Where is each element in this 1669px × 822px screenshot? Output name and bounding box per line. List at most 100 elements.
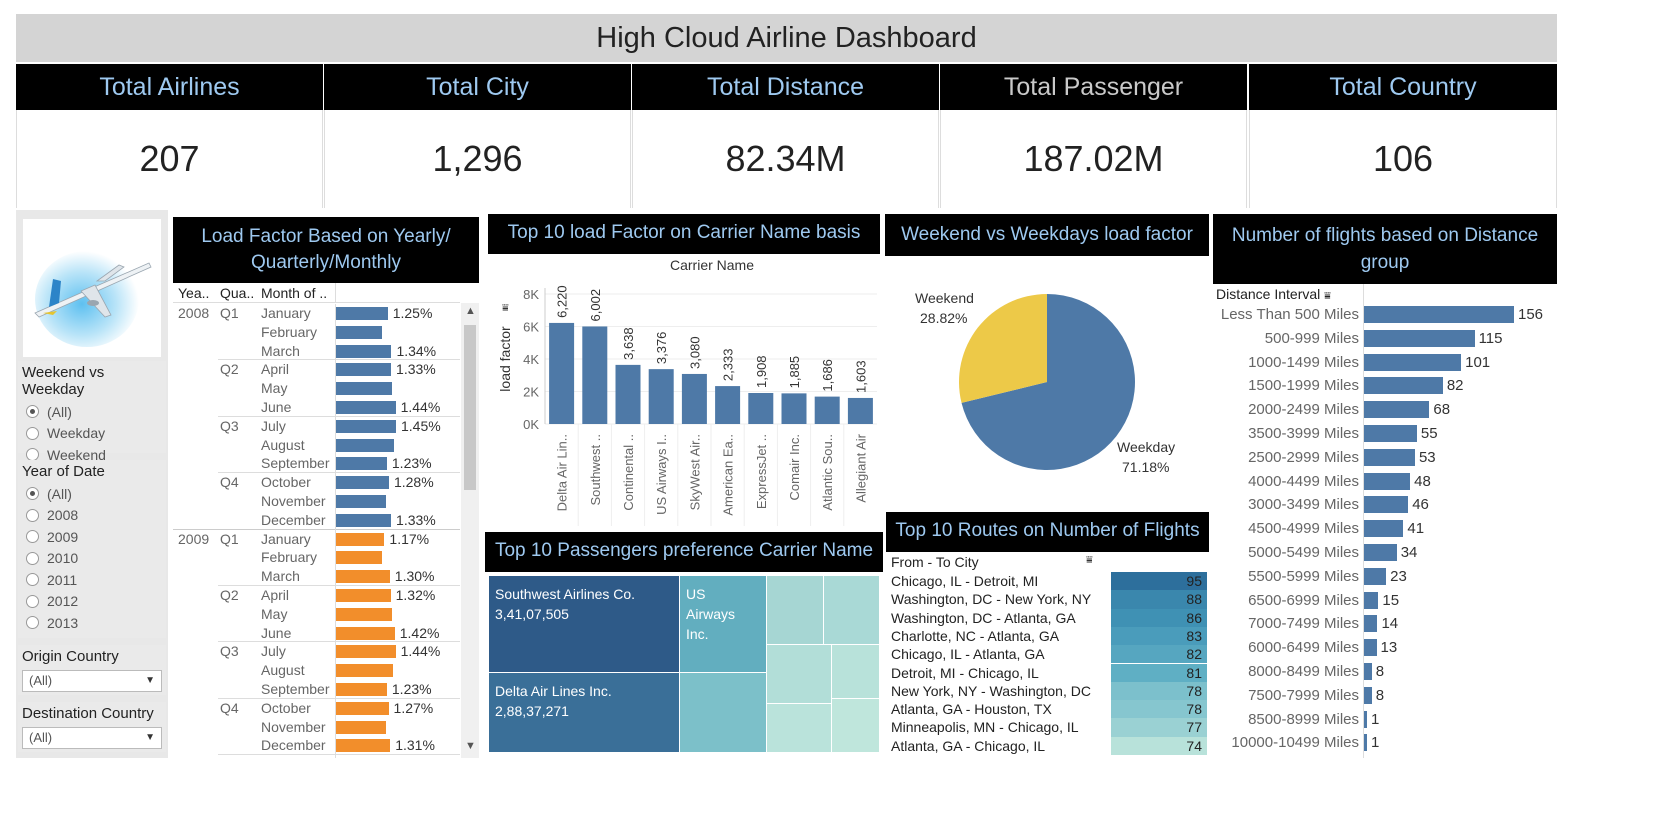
route-row[interactable]: Chicago, IL - Atlanta, GA 82 [886,645,1209,664]
treemap-cell[interactable] [680,673,766,752]
distance-row[interactable]: Less Than 500 Miles 156 [1213,303,1557,327]
origin-country-dropdown[interactable]: (All) ▼ [22,670,162,692]
distance-row[interactable]: 4000-4499 Miles 48 [1213,470,1557,494]
route-row[interactable]: Washington, DC - New York, NY 88 [886,590,1209,609]
treemap-cell-us-airways[interactable]: US Airways Inc. [680,576,766,672]
table-row[interactable]: May [173,605,460,624]
distance-row[interactable]: 4500-4999 Miles 41 [1213,517,1557,541]
table-row[interactable]: September 1.23% [173,680,460,699]
radio-option[interactable]: 2013 [18,612,166,634]
radio-icon [26,508,39,522]
table-row[interactable]: November [173,492,460,511]
scroll-down-icon[interactable]: ▼ [465,740,476,752]
treemap-cell-southwest[interactable]: Southwest Airlines Co. 3,41,07,505 [489,576,679,672]
table-row[interactable]: May [173,379,460,398]
distance-row[interactable]: 1500-1999 Miles 82 [1213,374,1557,398]
column-header-year[interactable]: Yea.. [178,285,209,301]
table-row[interactable]: March 1.30% [173,567,460,586]
distance-row[interactable]: 5500-5999 Miles 23 [1213,565,1557,589]
table-row[interactable]: Q4 October 1.28% [173,473,460,492]
table-row[interactable]: December 1.33% [173,511,460,530]
table-row[interactable]: November [173,718,460,737]
x-tick-label: US Airways I.. [654,434,669,515]
distance-row[interactable]: 10000-10499 Miles 1 [1213,731,1557,755]
scrollbar-thumb[interactable] [464,325,476,490]
scrollbar[interactable]: ▲ ▼ [461,303,479,758]
distance-row[interactable]: 3000-3499 Miles 46 [1213,493,1557,517]
table-row[interactable]: February [173,548,460,567]
route-row[interactable]: Charlotte, NC - Atlanta, GA 83 [886,626,1209,646]
column-header-quarter[interactable]: Qua.. [220,285,254,301]
table-row[interactable]: 2008 Q1 January 1.25% [173,304,460,323]
radio-option[interactable]: 2012 [18,591,166,613]
distance-rows: Less Than 500 Miles 156 500-999 Miles 115 10… [1213,303,1557,758]
route-row[interactable]: Atlanta, GA - Chicago, IL 74 [886,736,1209,755]
table-row[interactable]: December 1.31% [173,736,460,756]
route-row[interactable]: Atlanta, GA - Houston, TX 78 [886,700,1209,719]
distance-row[interactable]: 5000-5499 Miles 34 [1213,541,1557,565]
table-row[interactable]: Q2 April 1.32% [173,586,460,605]
radio-option[interactable]: (All) [18,401,166,423]
distance-row[interactable]: 6000-6499 Miles 13 [1213,636,1557,660]
kpi-label: Total City [324,64,631,110]
table-row[interactable]: Q4 October 1.27% [173,699,460,718]
destination-country-dropdown[interactable]: (All) ▼ [22,727,162,749]
distance-row[interactable]: 2500-2999 Miles 53 [1213,446,1557,470]
distance-interval-header[interactable]: Distance Interval ⩸ [1216,286,1331,303]
bar-label: 1.33% [396,511,436,528]
table-row[interactable]: Q3 July 1.45% [173,417,460,436]
table-row[interactable]: June 1.44% [173,398,460,417]
treemap-cell[interactable] [767,704,831,752]
carrier-bar [615,364,641,424]
treemap-cell[interactable] [767,645,831,703]
radio-selected-icon [26,405,39,419]
column-header-route[interactable]: From - To City [891,554,979,570]
route-row[interactable]: Minneapolis, MN - Chicago, IL 77 [886,718,1209,737]
distance-row[interactable]: 7500-7999 Miles 8 [1213,684,1557,708]
table-row[interactable]: August [173,436,460,455]
distance-row[interactable]: 3500-3999 Miles 55 [1213,422,1557,446]
column-header-month[interactable]: Month of .. [261,285,327,301]
table-row[interactable]: Q3 July 1.44% [173,642,460,661]
radio-option[interactable]: 2011 [18,569,166,591]
panel-title: Number of flights based on Distance grou… [1231,225,1539,273]
filter-title: Destination Country [22,705,154,722]
treemap-cell-name: Southwest Airlines Co. [495,586,636,602]
treemap-cell-delta[interactable]: Delta Air Lines Inc. 2,88,37,271 [489,672,679,752]
scroll-up-icon[interactable]: ▲ [465,305,476,317]
month-cell: November [261,493,326,509]
distance-row[interactable]: 6500-6999 Miles 15 [1213,589,1557,613]
table-row[interactable]: August [173,661,460,680]
radio-option[interactable]: 2009 [18,526,166,548]
treemap-cell[interactable] [832,645,879,698]
distance-bar [1364,544,1397,561]
treemap-cell[interactable] [824,576,879,644]
distance-row[interactable]: 1000-1499 Miles 101 [1213,351,1557,375]
radio-option[interactable]: (All) [18,483,166,505]
distance-row[interactable]: 2000-2499 Miles 68 [1213,398,1557,422]
table-row[interactable]: Q2 April 1.33% [173,360,460,379]
treemap-cell[interactable] [832,699,879,752]
distance-row[interactable]: 500-999 Miles 115 [1213,327,1557,351]
sort-icon[interactable]: ⩸ [1086,554,1093,567]
route-row[interactable]: New York, NY - Washington, DC 78 [886,681,1209,701]
route-row[interactable]: Chicago, IL - Detroit, MI 95 [886,572,1209,591]
distance-row[interactable]: 8500-8999 Miles 1 [1213,708,1557,732]
kpi-label: Total Airlines [16,64,323,110]
treemap-cell[interactable] [767,576,823,644]
table-row[interactable]: March 1.34% [173,342,460,361]
table-row[interactable]: June 1.42% [173,624,460,643]
radio-option[interactable]: Weekday [18,423,166,445]
load-factor-bar [336,570,390,584]
table-row[interactable]: 2009 Q1 January 1.17% [173,530,460,549]
sort-icon[interactable]: ⩸ [1324,290,1331,302]
route-row[interactable]: Detroit, MI - Chicago, IL 81 [886,663,1209,682]
table-row[interactable]: February [173,323,460,342]
table-row[interactable]: September 1.23% [173,454,460,474]
distance-row[interactable]: 7000-7499 Miles 14 [1213,612,1557,636]
route-value-cell: 77 [1111,718,1207,737]
route-row[interactable]: Washington, DC - Atlanta, GA 86 [886,608,1209,627]
distance-row[interactable]: 8000-8499 Miles 8 [1213,660,1557,684]
radio-option[interactable]: 2008 [18,505,166,527]
radio-option[interactable]: 2010 [18,548,166,570]
